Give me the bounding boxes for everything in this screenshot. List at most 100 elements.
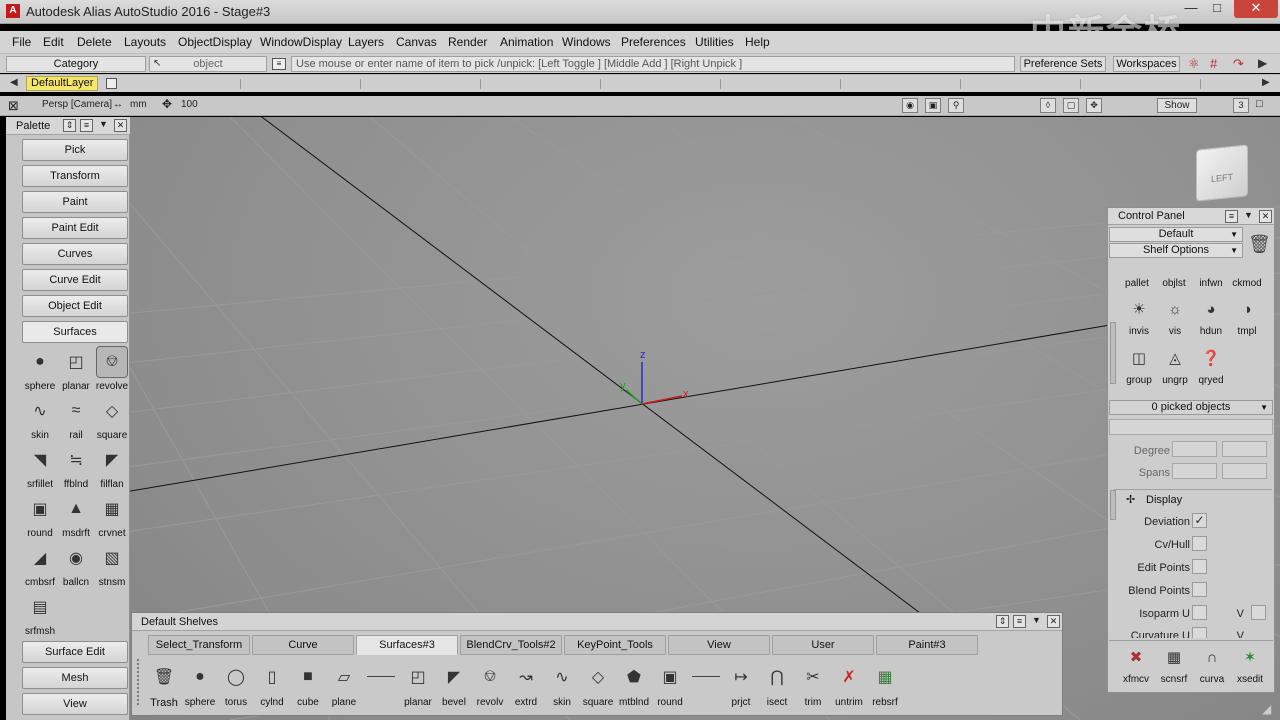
palette-transform-button[interactable]: Transform [22,165,128,187]
chevron-down-icon[interactable]: ▼ [97,119,110,132]
shelf-tab-surfaces[interactable]: Surfaces#3 [356,635,458,655]
shelf-tool-round[interactable]: ▣ round [652,663,688,709]
blend-points-checkbox[interactable] [1192,582,1207,597]
shelf-tab-blendcrv-tools[interactable]: BlendCrv_Tools#2 [460,635,562,655]
palette-mesh-button[interactable]: Mesh [22,667,128,689]
cp-tool-xfmcv[interactable]: ✖ xfmcv [1117,643,1155,691]
expand-right-icon[interactable]: ▶ [1258,56,1267,70]
palette-curve-edit-button[interactable]: Curve Edit [22,269,128,291]
edit-points-checkbox[interactable] [1192,559,1207,574]
tool-rail[interactable]: ≈ rail [58,396,94,444]
viewport-close-icon[interactable]: ⊠ [8,98,19,114]
grid-snap-icon[interactable]: # [1210,56,1217,71]
shelf-tab-select-transform[interactable]: Select_Transform [148,635,250,655]
viewport-maximize-icon[interactable]: □ [1256,98,1263,110]
shelf-tool-untrim[interactable]: ✗ untrim [831,663,867,709]
workspaces-button[interactable]: Workspaces [1113,56,1180,72]
palette-curves-button[interactable]: Curves [22,243,128,265]
panel-close-icon[interactable]: ✕ [114,119,127,132]
tool-srfillet[interactable]: ◥ srfillet [22,445,58,493]
shelf-tool-planar[interactable]: ◰ planar [400,663,436,709]
tool-skin[interactable]: ∿ skin [22,396,58,444]
show-button[interactable]: Show [1157,98,1197,113]
tool-cmbsrf[interactable]: ◢ cmbsrf [22,543,58,591]
resize-grip-icon[interactable]: ◢ [1262,702,1271,716]
menu-help[interactable]: Help [745,35,770,49]
menu-windowdisplay[interactable]: WindowDisplay [260,35,342,49]
dock-icon[interactable]: ⇕ [63,119,76,132]
cp-tool-ckmod[interactable]: ckmod [1228,258,1266,290]
tool-sphere[interactable]: ● sphere [22,347,58,395]
shelf-tab-view[interactable]: View [668,635,770,655]
cp-tool-infwn[interactable]: infwn [1192,258,1230,290]
object-field[interactable]: ↖ object [149,56,267,72]
cp-tool-tmpl[interactable]: ◑ tmpl [1228,295,1266,343]
film-icon[interactable]: ▣ [925,98,941,113]
menu-render[interactable]: Render [448,35,487,49]
menu-edit[interactable]: Edit [43,35,64,49]
menu-canvas[interactable]: Canvas [396,35,437,49]
shelf-tool-bevel[interactable]: ◤ bevel [436,663,472,709]
cp-tool-objlst[interactable]: objlst [1155,258,1193,290]
tool-round[interactable]: ▣ round [22,494,58,542]
shelf-tool-sphere[interactable]: ● sphere [182,663,218,709]
trash-icon[interactable]: 🗑 [1248,234,1271,255]
preset-dropdown[interactable]: Default ▼ [1109,227,1243,242]
shelf-tool-torus[interactable]: ◯ torus [218,663,254,709]
list-icon[interactable]: ≡ [272,58,286,70]
spans-field-2[interactable] [1222,463,1267,479]
cp-tool-curva[interactable]: ∩ curva [1193,643,1231,691]
palette-paint-button[interactable]: Paint [22,191,128,213]
tool-srfmsh[interactable]: ▤ srfmsh [22,592,58,640]
deviation-checkbox[interactable]: ✓ [1192,513,1207,528]
shelf-tool-cylnd[interactable]: ▯ cylnd [254,663,290,709]
menu-file[interactable]: File [12,35,31,49]
tool-filflan[interactable]: ◤ filflan [94,445,130,493]
spans-field[interactable] [1172,463,1217,479]
picked-objects-dropdown[interactable]: 0 picked objects ▼ [1109,400,1273,415]
shelf-tool-plane[interactable]: ▱ plane [326,663,362,709]
cp-scrollbar-lower[interactable] [1110,490,1116,520]
shelf-tool-cube[interactable]: ■ cube [290,663,326,709]
shelf-tool-revolv[interactable]: ⎊ revolv [472,663,508,709]
shelf-tab-curve[interactable]: Curve [252,635,354,655]
snap-magnet-icon[interactable]: ⚛ [1188,56,1200,72]
shelf-tab-keypoint-tools[interactable]: KeyPoint_Tools [564,635,666,655]
layer-visibility-checkbox[interactable] [106,78,117,89]
cp-tool-invis[interactable]: ☀ invis [1120,295,1158,343]
palette-object-edit-button[interactable]: Object Edit [22,295,128,317]
preference-sets-button[interactable]: Preference Sets [1020,56,1106,72]
isoparm-u-checkbox[interactable] [1192,605,1207,620]
shelf-tool-trash[interactable]: 🗑 Trash [146,663,182,709]
cp-tool-ungrp[interactable]: ◬ ungrp [1156,344,1194,392]
cp-scrollbar[interactable] [1110,322,1116,384]
shelf-tab-paint[interactable]: Paint#3 [876,635,978,655]
shelf-grip[interactable] [137,659,142,705]
zoom-icon[interactable]: ⚲ [948,98,964,113]
menu-icon[interactable]: ≡ [1013,615,1026,628]
shelf-tool-isect[interactable]: ⋂ isect [759,663,795,709]
shelf-tool-rebsrf[interactable]: ▦ rebsrf [867,663,903,709]
degree-field-2[interactable] [1222,441,1267,457]
palette-view-button[interactable]: View [22,693,128,715]
cp-tool-pallet[interactable]: pallet [1118,258,1156,290]
panel-close-icon[interactable]: ✕ [1259,210,1272,223]
tool-crvnet[interactable]: ▦ crvnet [94,494,130,542]
viewcube[interactable]: LEFT [1196,144,1248,202]
layer-scroll-left-icon[interactable]: ◀ [10,77,18,88]
chevron-down-icon[interactable]: ▼ [1030,615,1043,628]
camera-icon[interactable]: ◉ [902,98,918,113]
menu-layouts[interactable]: Layouts [124,35,166,49]
cp-tool-hdun[interactable]: ◕ hdun [1192,295,1230,343]
menu-preferences[interactable]: Preferences [621,35,686,49]
display-section-header[interactable]: ✢ Display [1114,489,1272,507]
menu-icon[interactable]: ≡ [1225,210,1238,223]
frame-icon[interactable]: ▢ [1063,98,1079,113]
degree-field[interactable] [1172,441,1217,457]
tool-stnsm[interactable]: ▧ stnsm [94,543,130,591]
cp-tool-group[interactable]: ◫ group [1120,344,1158,392]
menu-layers[interactable]: Layers [348,35,384,49]
shelf-tool-skin[interactable]: ∿ skin [544,663,580,709]
shelf-tool-mtblnd[interactable]: ⬟ mtblnd [616,663,652,709]
layout-count-button[interactable]: 3 [1233,98,1249,113]
